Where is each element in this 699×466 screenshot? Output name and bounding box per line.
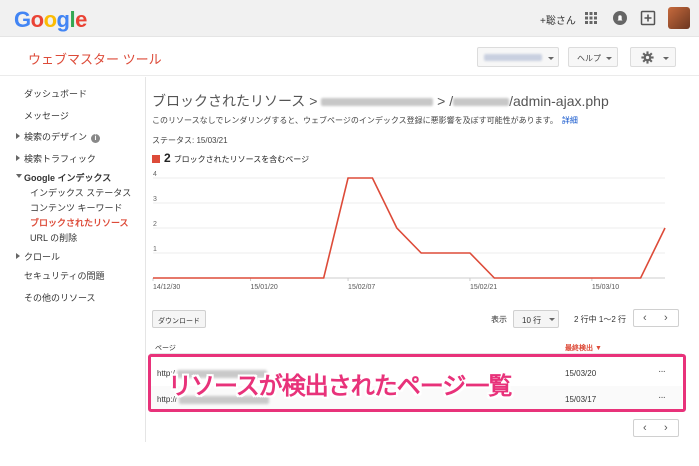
help-button[interactable]: ヘルプ bbox=[568, 47, 618, 67]
detail-link[interactable]: 詳細 bbox=[562, 116, 578, 125]
share-plus-icon[interactable] bbox=[640, 10, 656, 26]
prev-page-icon[interactable]: ‹ bbox=[643, 422, 647, 434]
chevron-down-icon bbox=[548, 57, 554, 60]
sidebar-item-crawl[interactable]: クロール bbox=[24, 250, 60, 263]
sidebar-item-content-keywords[interactable]: コンテンツ キーワード bbox=[30, 201, 123, 214]
download-button[interactable]: ダウンロード bbox=[152, 310, 206, 328]
sidebar-item-security-issues[interactable]: セキュリティの問題 bbox=[24, 269, 104, 282]
column-header-page[interactable]: ページ bbox=[155, 343, 176, 353]
chevron-down-icon bbox=[663, 57, 669, 60]
expand-arrow-icon[interactable] bbox=[16, 133, 20, 139]
logo-letter: e bbox=[75, 7, 87, 32]
sidebar-item-google-index[interactable]: Google インデックス bbox=[24, 171, 111, 184]
status-text: ステータス: 15/03/21 bbox=[152, 136, 228, 145]
sidebar-item-search-traffic[interactable]: 検索トラフィック bbox=[24, 152, 96, 165]
next-page-icon[interactable]: › bbox=[664, 312, 668, 324]
gear-icon bbox=[641, 51, 654, 64]
x-tick-label: 14/12/30 bbox=[153, 284, 180, 291]
product-title[interactable]: ウェブマスター ツール bbox=[28, 49, 162, 68]
description: このリソースなしでレンダリングすると、ウェブページのインデックス登録に悪影響を及… bbox=[152, 115, 578, 126]
collapse-arrow-icon[interactable] bbox=[16, 174, 22, 178]
prev-page-icon[interactable]: ‹ bbox=[643, 312, 647, 324]
blurred-path bbox=[453, 98, 510, 107]
logo-letter: o bbox=[43, 7, 57, 32]
rows-per-page-select[interactable]: 10 行 bbox=[513, 310, 559, 328]
show-label: 表示 bbox=[491, 315, 507, 324]
chart-legend: 2 ブロックされたリソースを含むページ bbox=[152, 151, 309, 165]
expand-arrow-icon[interactable] bbox=[16, 155, 20, 161]
legend-label: ブロックされたリソースを含むページ bbox=[173, 155, 310, 164]
avatar[interactable] bbox=[668, 7, 690, 29]
x-tick-label: 15/02/07 bbox=[348, 284, 375, 291]
settings-button[interactable] bbox=[630, 47, 676, 67]
help-label: ヘルプ bbox=[577, 54, 601, 63]
sidebar-item-messages[interactable]: メッセージ bbox=[24, 109, 69, 122]
sidebar-item-search-appearance[interactable]: 検索のデザイン i bbox=[24, 130, 101, 143]
logo-letter: g bbox=[56, 7, 70, 32]
sidebar-item-index-status[interactable]: インデックス ステータス bbox=[30, 186, 131, 199]
site-selector[interactable] bbox=[477, 47, 559, 67]
blurred-domain bbox=[321, 98, 434, 107]
heading-suffix: /admin-ajax.php bbox=[509, 93, 609, 109]
google-logo[interactable]: Google bbox=[14, 7, 87, 33]
sidebar-item-dashboard[interactable]: ダッシュボード bbox=[24, 87, 87, 100]
logo-letter: G bbox=[14, 7, 31, 32]
annotation-callout: リソースが検出されたページ一覧 bbox=[168, 373, 512, 400]
user-name-link[interactable]: +聡さん bbox=[540, 12, 576, 27]
description-text: このリソースなしでレンダリングすると、ウェブページのインデックス登録に悪影響を及… bbox=[152, 116, 558, 125]
y-tick-label: 2 bbox=[153, 221, 157, 228]
logo-letter: o bbox=[30, 7, 44, 32]
blocked-pages-chart: 1 2 3 4 14/12/30 15/01/20 15/02/07 15/02/21 15/0… bbox=[152, 171, 666, 291]
heading-separator: > / bbox=[433, 93, 454, 109]
expand-arrow-icon[interactable] bbox=[16, 253, 20, 259]
pager: ‹ › bbox=[633, 309, 679, 327]
x-tick-label: 15/02/21 bbox=[470, 284, 497, 291]
notification-bell-icon[interactable] bbox=[612, 10, 628, 26]
sidebar-item-other-resources[interactable]: その他のリソース bbox=[24, 291, 96, 304]
y-tick-label: 3 bbox=[153, 196, 157, 203]
x-tick-label: 15/03/10 bbox=[592, 284, 619, 291]
next-page-icon[interactable]: › bbox=[664, 422, 668, 434]
y-tick-label: 4 bbox=[153, 171, 157, 178]
apps-grid-icon[interactable] bbox=[583, 10, 599, 26]
legend-swatch bbox=[152, 155, 160, 163]
pager-bottom: ‹ › bbox=[633, 419, 679, 437]
column-header-last-detected[interactable]: 最終検出 ▼ bbox=[565, 343, 602, 353]
heading-prefix: ブロックされたリソース > bbox=[152, 93, 322, 109]
sidebar-item-label: 検索のデザイン bbox=[24, 132, 88, 142]
top-bar: Google +聡さん bbox=[0, 0, 699, 37]
page-title: ブロックされたリソース > > / /admin-ajax.php bbox=[152, 91, 609, 111]
chevron-down-icon bbox=[606, 57, 612, 60]
legend-count: 2 bbox=[164, 151, 171, 165]
x-tick-label: 15/01/20 bbox=[251, 284, 278, 291]
info-icon[interactable]: i bbox=[91, 134, 101, 143]
sidebar-item-url-removal[interactable]: URL の削除 bbox=[30, 231, 77, 244]
site-name-blurred bbox=[484, 54, 542, 61]
chevron-down-icon bbox=[549, 318, 555, 321]
rows-per-page-value: 10 行 bbox=[522, 316, 542, 325]
sidebar-item-blocked-resources[interactable]: ブロックされたリソース bbox=[30, 216, 129, 229]
y-tick-label: 1 bbox=[153, 246, 157, 253]
product-bar: ウェブマスター ツール ヘルプ bbox=[0, 38, 699, 76]
pagination-text: 2 行中 1〜2 行 bbox=[574, 315, 627, 324]
